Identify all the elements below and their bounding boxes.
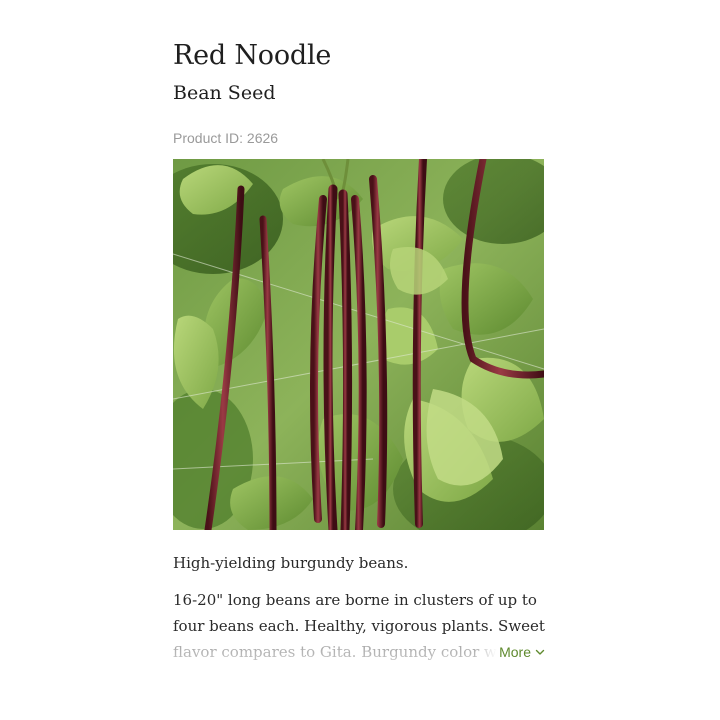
bean-plant-illustration	[173, 159, 544, 530]
product-tagline: High-yielding burgundy beans.	[173, 554, 409, 572]
more-label: More	[499, 644, 531, 660]
product-subtitle: Bean Seed	[173, 82, 276, 104]
chevron-down-icon	[535, 649, 545, 655]
product-image	[173, 159, 544, 530]
product-title: Red Noodle	[173, 40, 332, 71]
description-section: 16-20" long beans are borne in clusters …	[173, 587, 545, 665]
more-button[interactable]: More	[475, 639, 545, 665]
product-card: Red Noodle Bean Seed Product ID: 2626 Hi…	[173, 36, 545, 665]
product-id: Product ID: 2626	[173, 130, 279, 146]
